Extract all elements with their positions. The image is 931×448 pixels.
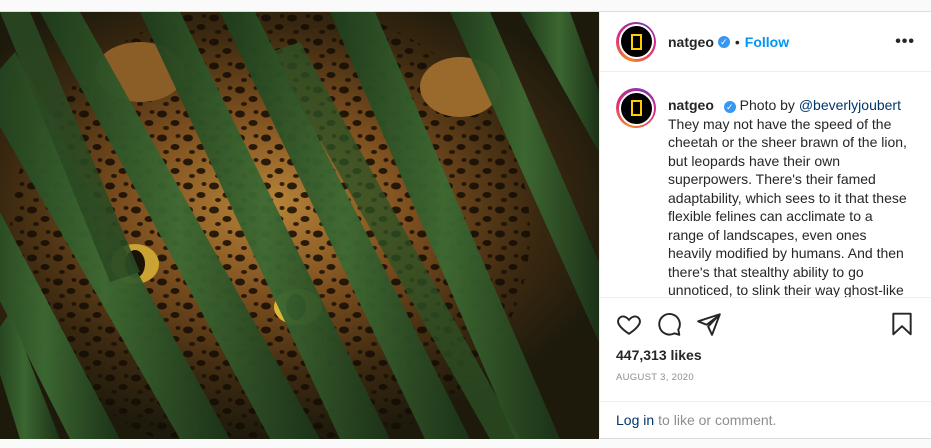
avatar[interactable] — [616, 21, 656, 62]
natgeo-logo-icon — [618, 24, 654, 59]
username-link[interactable]: natgeo — [668, 34, 714, 50]
follow-button[interactable]: Follow — [745, 34, 789, 50]
login-suffix: to like or comment. — [658, 412, 777, 429]
caption-avatar[interactable] — [616, 88, 656, 128]
post-header: natgeo ✓ • Follow ••• — [600, 12, 931, 72]
caption-username-link[interactable]: natgeo — [668, 97, 714, 113]
post-photo[interactable] — [0, 12, 599, 439]
action-bar — [600, 297, 931, 341]
post-container: natgeo ✓ • Follow ••• natgeo ✓ Photo by … — [0, 11, 931, 439]
caption-prefix: Photo by — [739, 97, 799, 113]
caption-text: natgeo ✓ Photo by @beverlyjoubert They m… — [668, 96, 912, 297]
caption-body: They may not have the speed of the cheet… — [668, 115, 907, 298]
heart-icon[interactable] — [616, 311, 642, 337]
bookmark-icon[interactable] — [889, 311, 915, 337]
comment-icon[interactable] — [656, 311, 682, 337]
login-prompt: Log in to like or comment. — [600, 400, 931, 440]
more-options-icon[interactable]: ••• — [895, 33, 915, 51]
leopard-photo-illustration — [0, 12, 599, 439]
separator-dot: • — [734, 33, 740, 50]
mention-link[interactable]: @beverlyjoubert — [799, 97, 901, 113]
caption: natgeo ✓ Photo by @beverlyjoubert They m… — [600, 72, 931, 297]
verified-badge-icon: ✓ — [717, 35, 730, 48]
login-link[interactable]: Log in — [616, 412, 654, 428]
post-side-panel: natgeo ✓ • Follow ••• natgeo ✓ Photo by … — [599, 12, 931, 439]
natgeo-logo-icon — [618, 90, 654, 126]
post-date[interactable]: AUGUST 3, 2020 — [600, 363, 931, 388]
share-icon[interactable] — [696, 311, 722, 337]
verified-badge-icon: ✓ — [723, 101, 736, 113]
like-count[interactable]: 447,313 likes — [600, 341, 931, 363]
